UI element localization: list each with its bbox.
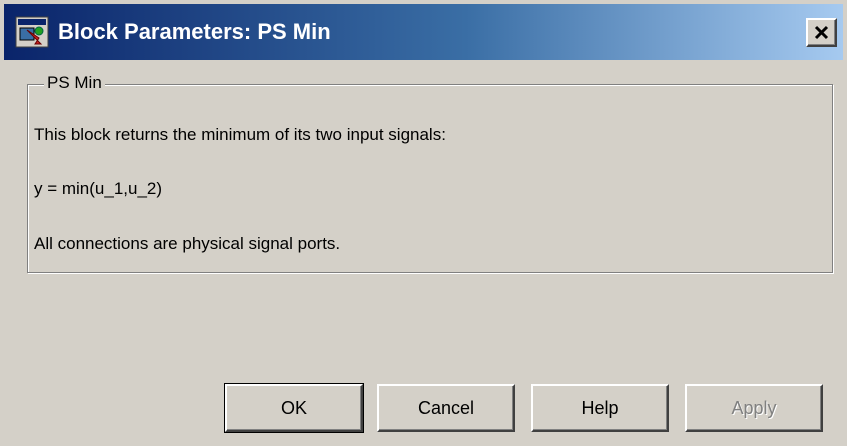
apply-button[interactable]: Apply <box>685 384 823 432</box>
description-text: This block returns the minimum of its tw… <box>34 125 446 144</box>
equation-text: y = min(u_1,u_2) <box>34 179 163 198</box>
ok-button[interactable]: OK <box>224 383 364 433</box>
cancel-button[interactable]: Cancel <box>377 384 515 432</box>
window-title: Block Parameters: PS Min <box>58 19 331 44</box>
ports-note-text: All connections are physical signal port… <box>34 234 341 253</box>
close-button[interactable] <box>806 18 837 47</box>
block-parameters-dialog: Block Parameters: PS Min PS Min This blo… <box>0 0 847 446</box>
close-icon <box>814 25 829 40</box>
group-legend: PS Min <box>44 73 105 93</box>
title-bar[interactable]: Block Parameters: PS Min <box>4 4 843 60</box>
help-button[interactable]: Help <box>531 384 669 432</box>
simulink-block-icon <box>15 16 49 48</box>
